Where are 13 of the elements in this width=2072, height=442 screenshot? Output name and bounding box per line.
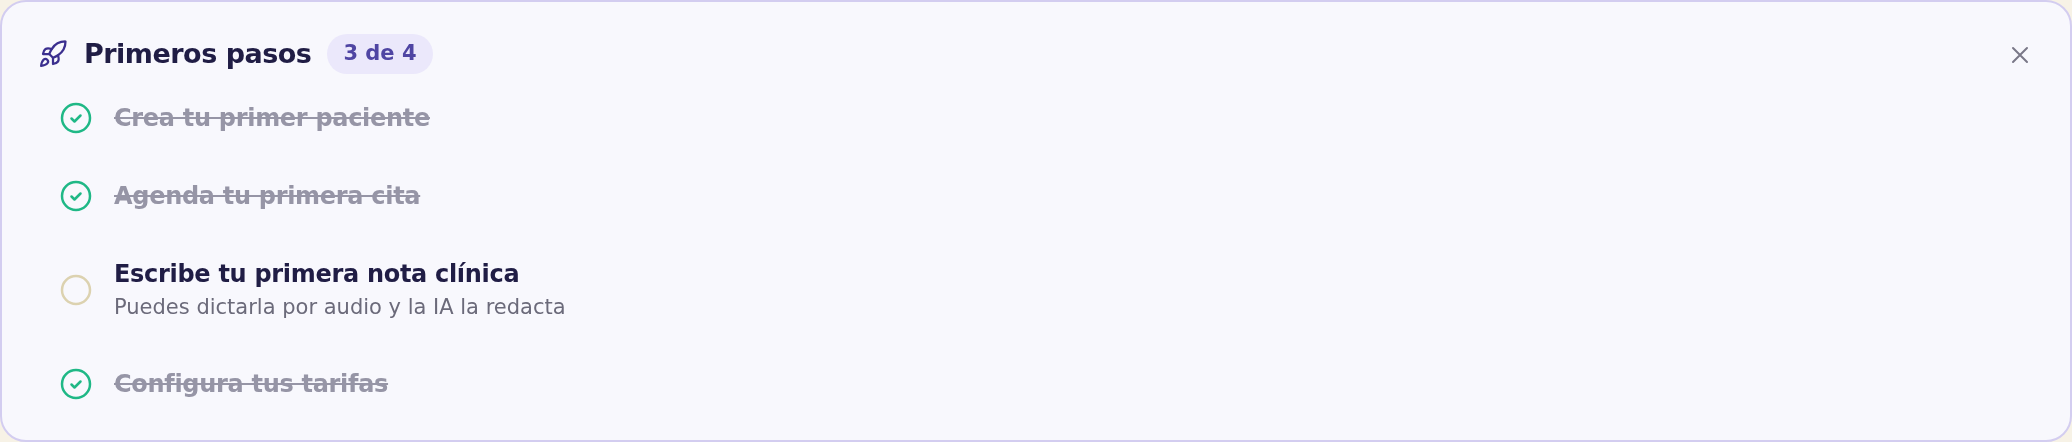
rocket-icon <box>38 39 68 69</box>
step-label: Agenda tu primera cita <box>114 181 421 212</box>
checkbox[interactable] <box>60 180 92 212</box>
step-label: Configura tus tarifas <box>114 368 389 400</box>
step-description: Puedes dictarla por audio y la IA la redacta <box>114 294 566 321</box>
checkbox[interactable] <box>60 102 92 134</box>
checkbox[interactable] <box>60 367 92 400</box>
step-label: Crea tu primer paciente <box>114 103 430 134</box>
close-icon[interactable] <box>2010 44 2030 65</box>
progress-badge: 3 de 4 <box>327 34 433 74</box>
step-label: Escribe tu primera nota clínica <box>114 259 521 290</box>
checkbox[interactable] <box>60 273 92 306</box>
panel-title: Primeros pasos <box>84 36 312 71</box>
